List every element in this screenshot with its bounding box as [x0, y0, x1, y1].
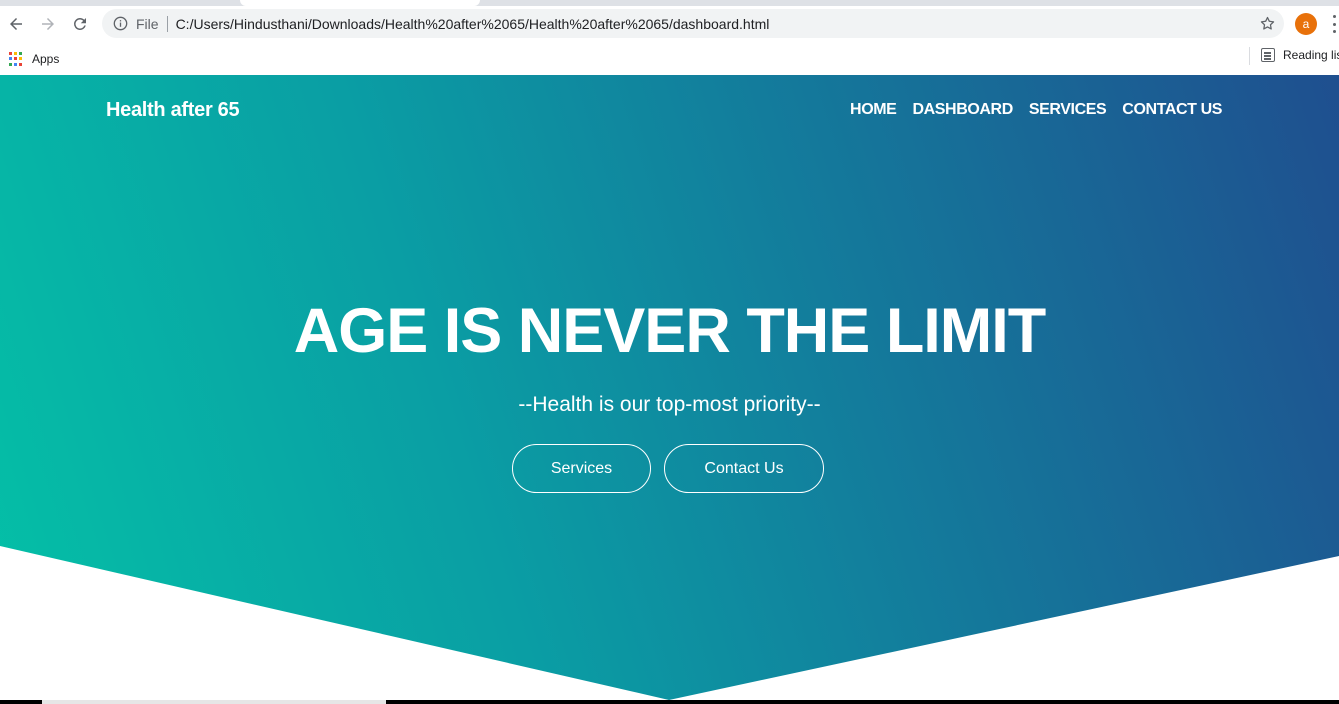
address-divider [166, 15, 168, 32]
address-url[interactable]: C:/Users/Hindusthani/Downloads/Health%20… [176, 16, 770, 32]
address-scheme: File [136, 15, 159, 32]
back-arrow-icon [10, 18, 22, 30]
address-bar[interactable]: File C:/Users/Hindusthani/Downloads/Heal… [102, 9, 1284, 38]
hero-section: Health after 65 HOME DASHBOARD SERVICES … [0, 75, 1339, 700]
reading-list-button[interactable]: Reading list [1261, 48, 1339, 62]
star-icon[interactable] [1258, 14, 1276, 32]
back-button[interactable] [2, 10, 30, 38]
reading-list-label: Reading list [1283, 48, 1339, 62]
apps-grid-icon[interactable] [9, 52, 23, 66]
taskbar-edge [0, 700, 1339, 704]
reload-button[interactable] [66, 10, 94, 38]
site-nav: HOME DASHBOARD SERVICES CONTACT US [834, 101, 1222, 119]
site-brand[interactable]: Health after 65 [106, 99, 240, 122]
hero-cta-group: Services Contact Us [512, 444, 824, 493]
services-button[interactable]: Services [512, 444, 651, 493]
page-viewport: Health after 65 HOME DASHBOARD SERVICES … [0, 75, 1339, 700]
nav-home-link[interactable]: HOME [850, 101, 897, 119]
nav-services-link[interactable]: SERVICES [1029, 101, 1107, 119]
nav-contact-link[interactable]: CONTACT US [1122, 101, 1222, 119]
forward-arrow-icon [42, 18, 54, 30]
profile-avatar[interactable]: a [1295, 13, 1317, 35]
browser-chrome: File C:/Users/Hindusthani/Downloads/Heal… [0, 0, 1339, 75]
taskbar-item-edge [42, 700, 386, 704]
nav-dashboard-link[interactable]: DASHBOARD [912, 101, 1013, 119]
hero-tagline: --Health is our top-most priority-- [518, 393, 821, 416]
reload-icon [74, 18, 86, 30]
forward-button[interactable] [34, 10, 62, 38]
apps-bookmark-label[interactable]: Apps [32, 52, 59, 66]
contact-us-button[interactable]: Contact Us [664, 444, 824, 493]
info-icon[interactable] [112, 16, 128, 32]
hero-headline: AGE IS NEVER THE LIMIT [293, 296, 1047, 366]
kebab-menu-icon[interactable] [1330, 15, 1339, 33]
browser-toolbar: File C:/Users/Hindusthani/Downloads/Heal… [0, 6, 1339, 42]
bookmarks-bar: Apps Reading list [0, 44, 1339, 74]
bookmarks-divider [1249, 47, 1250, 65]
reading-list-icon [1261, 48, 1275, 62]
